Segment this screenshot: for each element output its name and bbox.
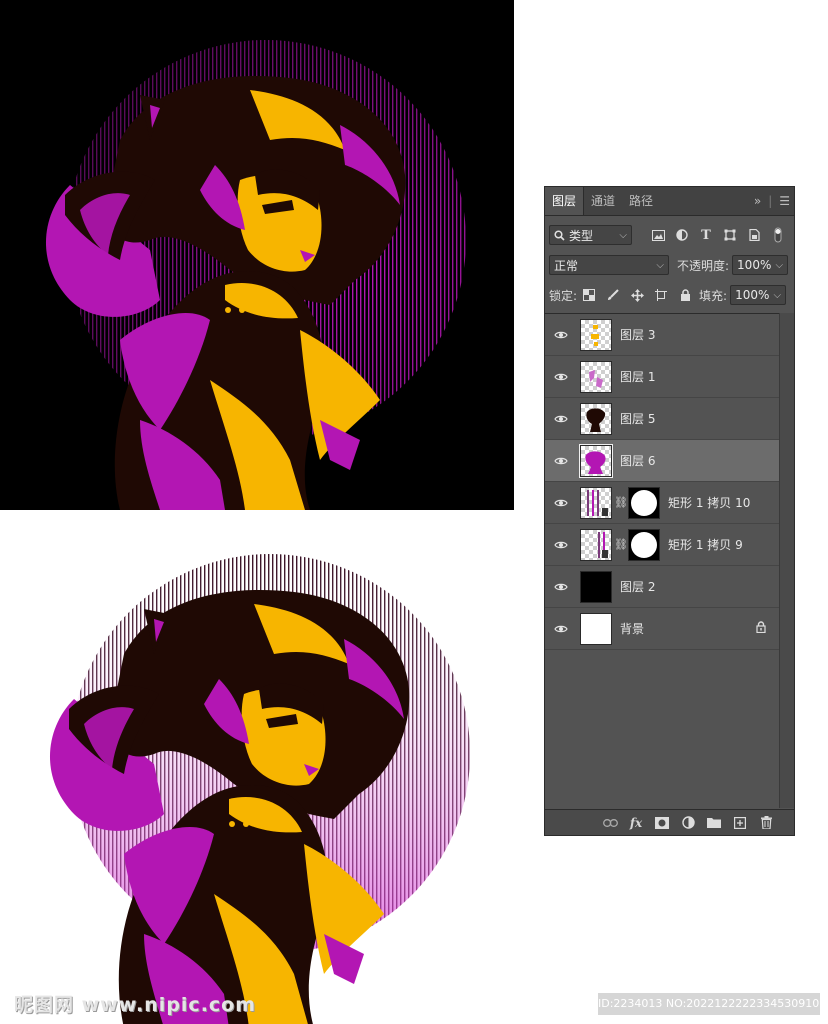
tab-layers[interactable]: 图层	[545, 187, 585, 215]
blend-mode-select[interactable]: 正常 ⌵	[549, 255, 669, 275]
layer-thumbnail	[580, 570, 612, 603]
double-chevron-right-icon[interactable]: »	[754, 194, 761, 208]
tab-channels[interactable]: 通道	[584, 187, 622, 215]
lock-icon[interactable]	[756, 621, 766, 636]
visibility-eye-icon[interactable]	[545, 582, 577, 592]
visibility-eye-icon[interactable]	[545, 456, 577, 466]
layers-panel: 图层 通道 路径 » | ☰ 类型 ⌵ T 正常 ⌵ 不透明度: 100% ⌵ …	[544, 186, 795, 836]
layer-thumbnail	[580, 528, 612, 561]
layer-thumbnail	[580, 486, 612, 519]
opacity-label: 不透明度:	[677, 258, 730, 273]
layers-list: 图层 3 图层 1 图层 5 图层 6 ⛓ 矩形 1 拷贝 10 ⛓ 矩形 1 …	[545, 313, 780, 650]
panel-tab-bar: 图层 通道 路径 » | ☰	[545, 187, 794, 216]
layer-name: 图层 1	[620, 370, 656, 384]
chevron-down-icon: ⌵	[656, 259, 664, 271]
vector-mask-thumbnail	[628, 486, 660, 519]
layer-row[interactable]: 图层 5	[545, 398, 780, 440]
visibility-eye-icon[interactable]	[545, 624, 577, 634]
opacity-value: 100%	[737, 258, 772, 272]
lock-all-icon[interactable]	[677, 287, 693, 303]
image-id-watermark: ID:2234013 NO:20221222223345309100	[598, 993, 820, 1015]
filter-kind-select[interactable]: 类型 ⌵	[549, 225, 632, 245]
link-layers-icon[interactable]	[602, 815, 618, 831]
artwork-light-canvas	[49, 554, 470, 1024]
layers-scrollbar[interactable]	[779, 313, 794, 808]
artwork-light-version	[0, 510, 514, 1024]
artwork-dark-canvas	[45, 40, 466, 510]
visibility-eye-icon[interactable]	[545, 414, 577, 424]
blend-row: 正常 ⌵ 不透明度: 100% ⌵	[549, 255, 790, 275]
layer-name: 图层 3	[620, 328, 656, 342]
panel-footer-toolbar: fx	[545, 809, 794, 835]
layer-name: 图层 2	[620, 580, 656, 594]
lock-image-icon[interactable]	[605, 287, 621, 303]
lock-artboard-icon[interactable]	[653, 287, 669, 303]
layer-thumbnail	[579, 443, 613, 478]
layer-name: 矩形 1 拷贝 9	[668, 538, 743, 552]
opacity-input[interactable]: 100% ⌵	[732, 255, 789, 275]
artwork-dark-version	[0, 0, 514, 510]
lock-position-icon[interactable]	[629, 287, 645, 303]
menu-icon[interactable]: ☰	[779, 194, 790, 208]
image-filter-icon[interactable]	[650, 227, 666, 243]
fill-label: 填充:	[699, 288, 728, 303]
filter-kind-label: 类型	[569, 228, 594, 243]
layer-thumbnail	[580, 402, 612, 435]
visibility-eye-icon[interactable]	[545, 540, 577, 550]
shape-filter-icon[interactable]	[722, 227, 738, 243]
chain-link-icon[interactable]: ⛓	[614, 496, 628, 509]
new-layer-icon[interactable]	[732, 815, 748, 831]
lock-label: 锁定:	[549, 288, 578, 303]
separator: |	[768, 194, 773, 208]
fill-value: 100%	[735, 288, 770, 302]
type-filter-icon[interactable]: T	[698, 227, 714, 243]
chevron-down-icon: ⌵	[775, 259, 784, 271]
chevron-down-icon: ⌵	[619, 229, 627, 241]
layer-name: 图层 6	[620, 454, 656, 468]
fx-icon[interactable]: fx	[628, 815, 644, 831]
layer-thumbnail	[580, 318, 612, 351]
chevron-down-icon: ⌵	[773, 289, 782, 301]
panel-menu-controls: » | ☰	[754, 187, 790, 215]
tab-paths[interactable]: 路径	[622, 187, 660, 215]
lock-transparent-icon[interactable]	[581, 287, 597, 303]
layer-name: 矩形 1 拷贝 10	[668, 496, 751, 510]
adjustment-filter-icon[interactable]	[674, 227, 690, 243]
visibility-eye-icon[interactable]	[545, 330, 577, 340]
search-icon	[554, 229, 565, 241]
layer-thumbnail	[580, 612, 612, 645]
filter-toggle-icon[interactable]	[770, 227, 786, 243]
layer-row[interactable]: 图层 1	[545, 356, 780, 398]
trash-icon[interactable]	[758, 815, 774, 831]
layer-row[interactable]: ⛓ 矩形 1 拷贝 9	[545, 524, 780, 566]
filter-row: 类型 ⌵ T	[549, 225, 790, 245]
blend-mode-value: 正常	[554, 258, 579, 273]
smart-object-filter-icon[interactable]	[746, 227, 762, 243]
adjustment-layer-icon[interactable]	[680, 815, 696, 831]
layer-thumbnail	[580, 360, 612, 393]
layer-row[interactable]: 图层 2	[545, 566, 780, 608]
layer-row[interactable]: ⛓ 矩形 1 拷贝 10	[545, 482, 780, 524]
folder-icon[interactable]	[706, 815, 722, 831]
visibility-eye-icon[interactable]	[545, 498, 577, 508]
visibility-eye-icon[interactable]	[545, 372, 577, 382]
add-mask-icon[interactable]	[654, 815, 670, 831]
fill-input[interactable]: 100% ⌵	[730, 285, 787, 305]
lock-row: 锁定: 填充: 100% ⌵	[549, 285, 790, 305]
layer-row-selected[interactable]: 图层 6	[545, 440, 780, 482]
layer-name: 背景	[620, 622, 645, 636]
layer-name: 图层 5	[620, 412, 656, 426]
layer-row[interactable]: 图层 3	[545, 314, 780, 356]
nipic-watermark: 昵图网 www.nipic.com	[14, 994, 257, 1016]
vector-mask-thumbnail	[628, 528, 660, 561]
layer-row-background[interactable]: 背景	[545, 608, 780, 650]
chain-link-icon[interactable]: ⛓	[614, 538, 628, 551]
